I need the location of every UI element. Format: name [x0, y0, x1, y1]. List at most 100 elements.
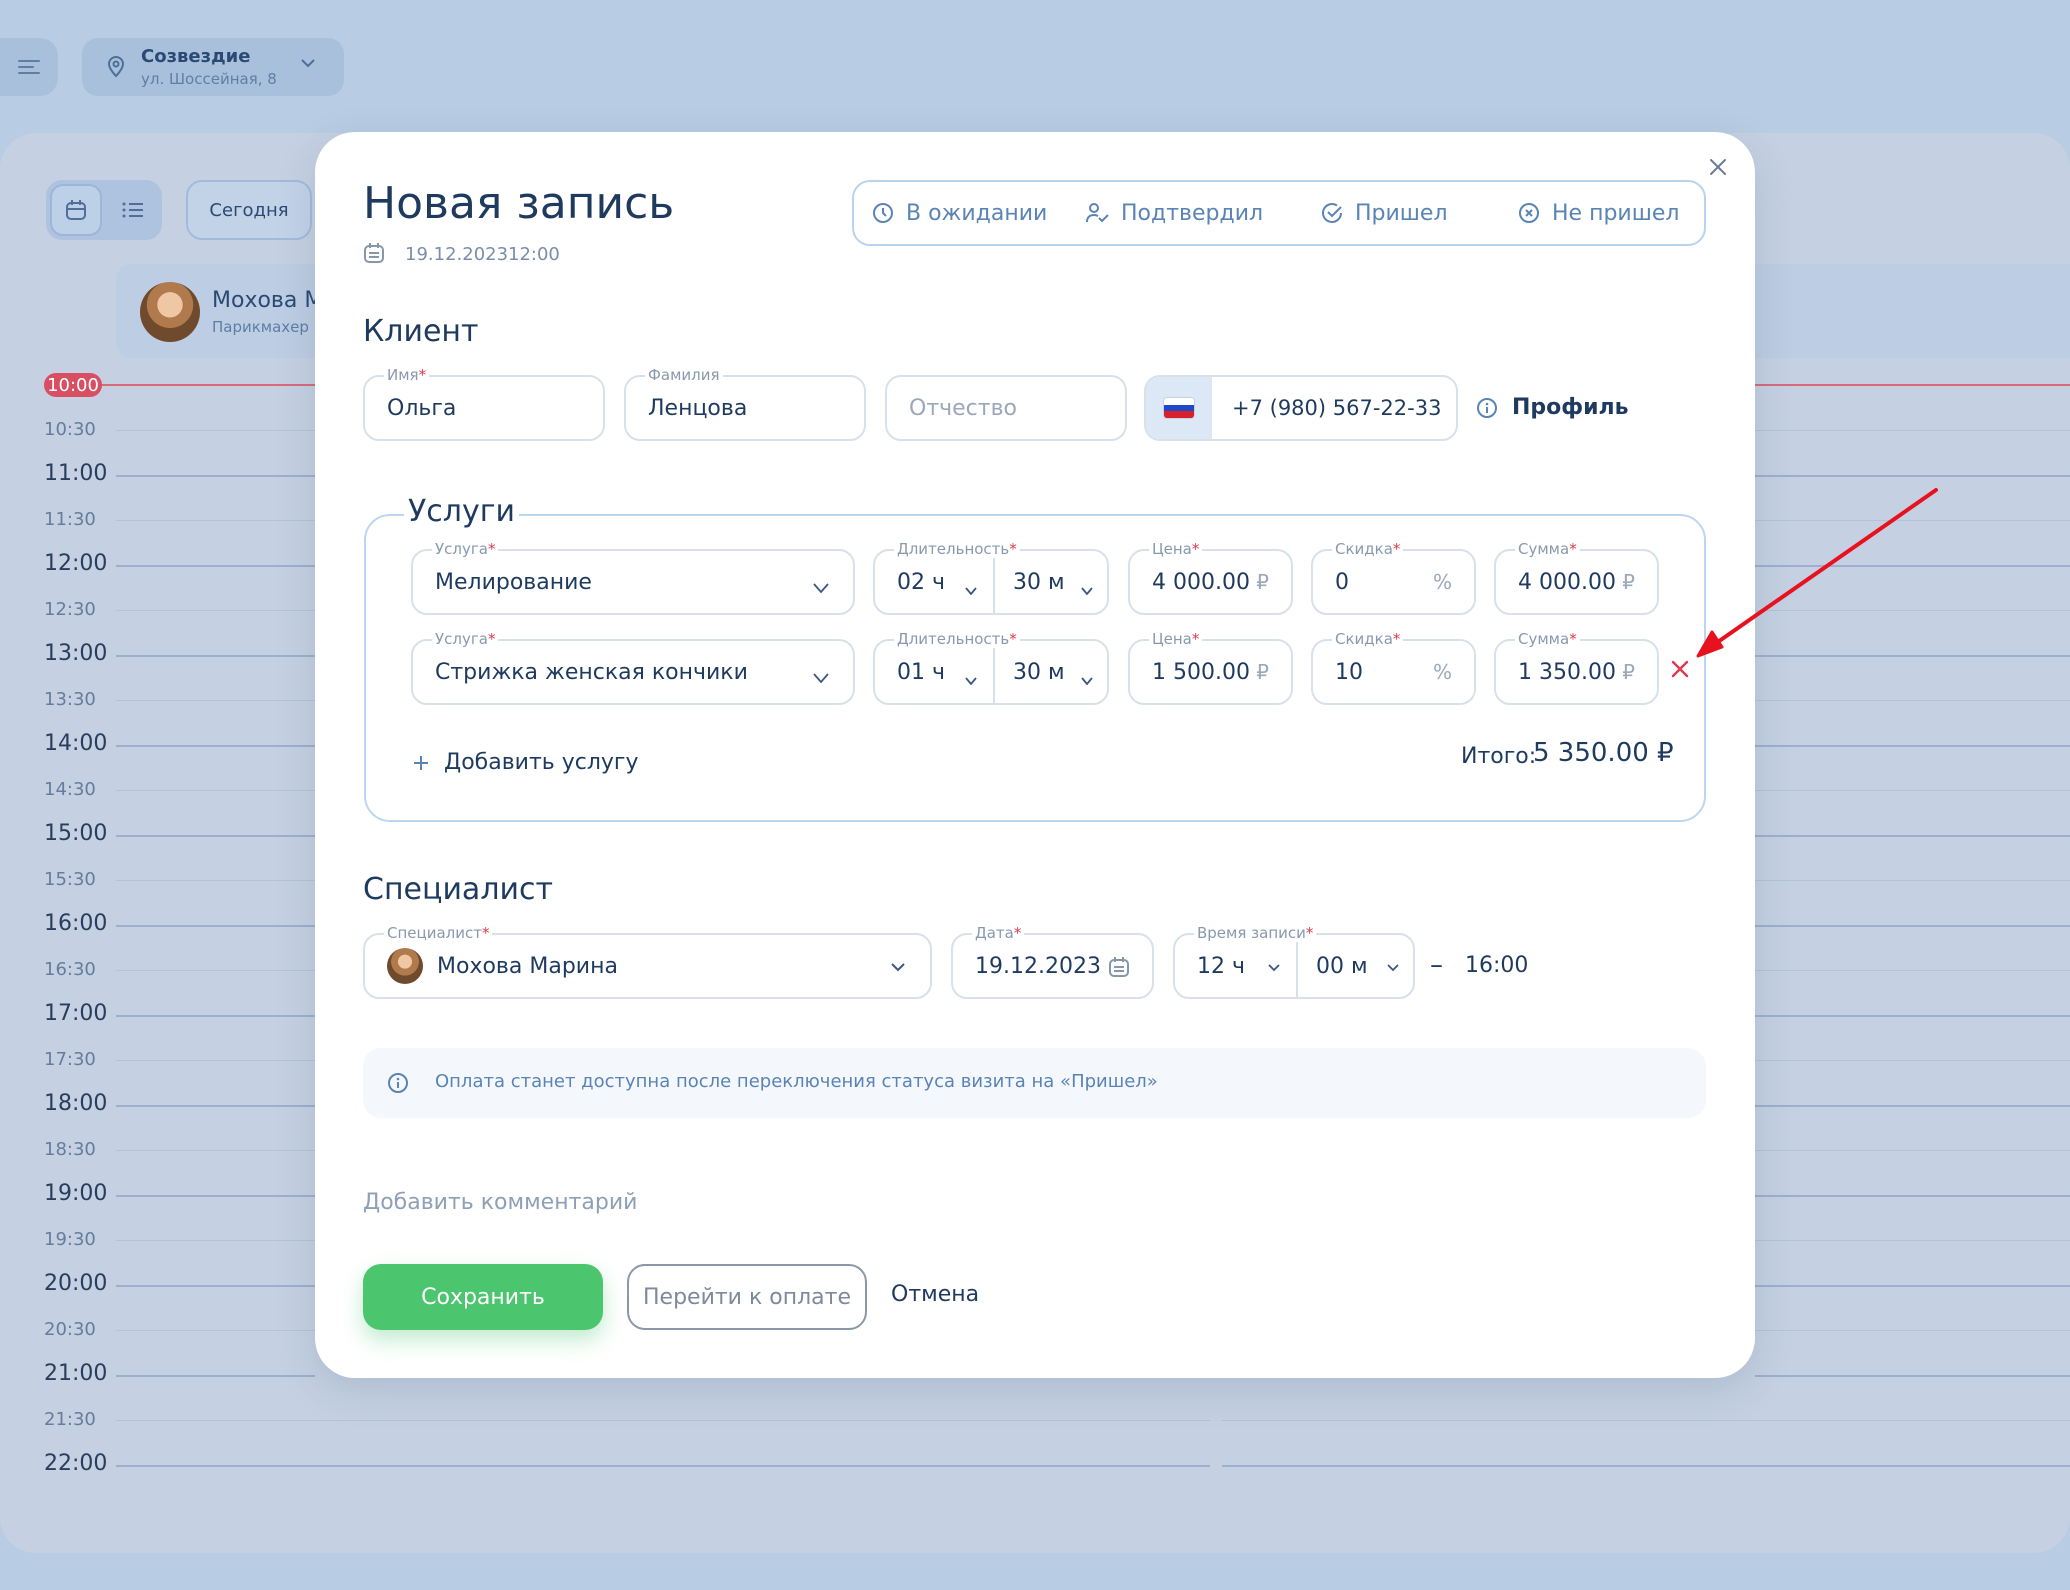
- chevron-down-icon: [891, 963, 905, 972]
- status-label: Подтвердил: [1121, 200, 1264, 226]
- time-grid-line: [116, 475, 315, 477]
- cancel-button[interactable]: Отмена: [891, 1282, 979, 1307]
- time-label: 15:30: [44, 869, 96, 890]
- date-field[interactable]: 19.12.2023: [951, 933, 1154, 999]
- today-button[interactable]: Сегодня: [186, 180, 312, 240]
- time-grid-line: [116, 1105, 315, 1107]
- time-grid-line: [116, 1330, 315, 1331]
- profile-link[interactable]: Профиль: [1476, 395, 1629, 420]
- first-name-field[interactable]: Ольга: [363, 375, 605, 441]
- last-name-value: Ленцова: [648, 395, 748, 421]
- discount-label: Скидка*: [1332, 540, 1404, 558]
- total-value: 5 350.00 ₽: [1533, 738, 1674, 768]
- discount-field[interactable]: 0%: [1311, 549, 1476, 615]
- time-grid-line: [1755, 745, 2070, 747]
- patronymic-field[interactable]: Отчество: [885, 375, 1127, 441]
- add-comment-link[interactable]: Добавить комментарий: [363, 1190, 637, 1215]
- close-icon: [1671, 660, 1689, 678]
- price-label: Цена*: [1149, 540, 1203, 558]
- appointment-time-field[interactable]: 12 ч 00 м: [1173, 933, 1415, 999]
- status-no-show[interactable]: Не пришел: [1518, 198, 1679, 228]
- info-icon: [388, 1073, 408, 1093]
- duration-minutes-select[interactable]: 30 м: [991, 551, 1107, 613]
- first-name-label: Имя*: [384, 366, 430, 384]
- hours-select[interactable]: 12 ч: [1175, 935, 1294, 997]
- chevron-down-icon: [1081, 587, 1093, 596]
- minutes-select[interactable]: 00 м: [1294, 935, 1413, 997]
- price-field[interactable]: 4 000.00 ₽: [1128, 549, 1293, 615]
- russia-flag-icon: [1164, 398, 1194, 418]
- time-grid-line: [1755, 1015, 2070, 1017]
- time-grid-line: [1755, 1150, 2070, 1151]
- time-grid-line: [116, 520, 315, 521]
- avatar: [387, 948, 423, 984]
- close-button[interactable]: [1705, 154, 1731, 180]
- menu-button[interactable]: [0, 38, 58, 96]
- time-grid-line: [1222, 1420, 2070, 1421]
- country-selector[interactable]: [1146, 377, 1212, 439]
- duration-field[interactable]: 02 ч 30 м: [873, 549, 1109, 615]
- service-select[interactable]: Стрижка женская кончики: [411, 639, 855, 705]
- time-label: 11:00: [44, 461, 108, 486]
- sum-value: 4 000.00: [1518, 569, 1616, 595]
- time-label: 21:30: [44, 1409, 96, 1430]
- time-grid-line: [116, 1420, 1210, 1421]
- sum-field: 1 350.00 ₽: [1494, 639, 1659, 705]
- list-view-button[interactable]: [108, 184, 158, 236]
- remove-service-button[interactable]: [1670, 659, 1690, 683]
- time-grid-line: [116, 790, 315, 791]
- go-to-payment-button[interactable]: Перейти к оплате: [627, 1264, 867, 1330]
- time-grid-line: [1755, 475, 2070, 477]
- currency-symbol: ₽: [1256, 660, 1269, 684]
- duration-label: Длительность*: [894, 630, 1020, 648]
- chevron-down-icon: [813, 673, 829, 684]
- duration-hours-select[interactable]: 02 ч: [875, 551, 991, 613]
- user-check-icon: [1086, 203, 1109, 223]
- price-field[interactable]: 1 500.00 ₽: [1128, 639, 1293, 705]
- phone-field[interactable]: +7 (980) 567-22-33: [1144, 375, 1458, 441]
- status-arrived[interactable]: Пришел: [1321, 198, 1448, 228]
- time-grid-line: [1755, 970, 2070, 971]
- x-circle-icon: [1519, 203, 1539, 223]
- time-grid-line: [1755, 1195, 2070, 1197]
- save-button[interactable]: Сохранить: [363, 1264, 603, 1330]
- time-grid-line: [1755, 1330, 2070, 1331]
- specialist-select[interactable]: Мохова Марина: [363, 933, 932, 999]
- sum-value: 1 350.00: [1518, 659, 1616, 685]
- time-label: 21:00: [44, 1361, 108, 1386]
- duration-minutes-select[interactable]: 30 м: [991, 641, 1107, 703]
- status-label: Пришел: [1355, 200, 1448, 226]
- close-icon: [1710, 159, 1726, 175]
- time-label: 22:00: [44, 1451, 108, 1476]
- end-time: 16:00: [1465, 953, 1529, 978]
- duration-field[interactable]: 01 ч 30 м: [873, 639, 1109, 705]
- time-label: 10:30: [44, 419, 96, 440]
- service-select[interactable]: Мелирование: [411, 549, 855, 615]
- status-label: В ожидании: [906, 200, 1048, 226]
- time-grid-line: [116, 970, 315, 971]
- chevron-down-icon: [1387, 964, 1399, 972]
- minutes-value: 00 м: [1316, 953, 1368, 979]
- discount-field[interactable]: 10%: [1311, 639, 1476, 705]
- time-grid-line: [116, 1285, 315, 1287]
- time-grid-line: [116, 925, 315, 927]
- add-service-button[interactable]: Добавить услугу: [412, 750, 639, 775]
- total-label: Итого:: [1461, 744, 1537, 769]
- time-label: 19:30: [44, 1229, 96, 1250]
- status-confirmed[interactable]: Подтвердил: [1085, 198, 1263, 228]
- time-grid-line: [1755, 700, 2070, 701]
- time-grid-line: [1755, 925, 2070, 927]
- current-time-line: [100, 384, 315, 386]
- time-grid-line: [116, 880, 315, 881]
- current-time-line: [1755, 384, 2070, 386]
- discount-value: 10: [1335, 659, 1363, 685]
- duration-hours-select[interactable]: 01 ч: [875, 641, 991, 703]
- last-name-field[interactable]: Ленцова: [624, 375, 866, 441]
- appointment-time: 12:00: [508, 244, 560, 265]
- chevron-down-icon: [965, 677, 977, 686]
- status-waiting[interactable]: В ожидании: [872, 198, 1047, 228]
- service-value: Мелирование: [435, 569, 592, 595]
- location-address: ул. Шоссейная, 8: [141, 70, 277, 88]
- duration-label: Длительность*: [894, 540, 1020, 558]
- calendar-view-button[interactable]: [50, 184, 102, 236]
